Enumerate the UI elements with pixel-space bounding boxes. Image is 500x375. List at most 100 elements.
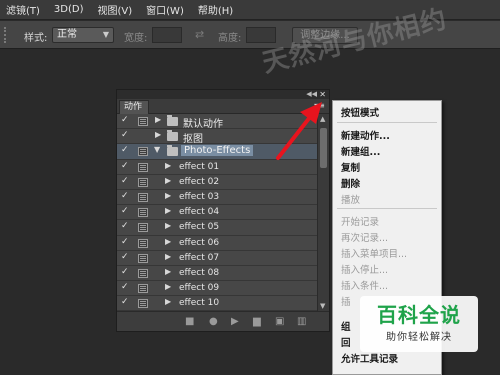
- check-icon[interactable]: ✓: [121, 115, 133, 125]
- menu-item-delete[interactable]: 删除: [341, 176, 360, 190]
- trash-icon[interactable]: ▥: [297, 316, 306, 327]
- menu-item-button-mode[interactable]: 按钮模式: [341, 105, 379, 119]
- action-label: effect 01: [179, 161, 220, 172]
- action-row[interactable]: ✓ ▶ effect 05: [117, 220, 317, 236]
- check-icon[interactable]: ✓: [121, 252, 133, 262]
- expand-triangle-icon[interactable]: ▶: [165, 176, 171, 185]
- expand-triangle-icon[interactable]: ▶: [165, 267, 171, 276]
- expand-triangle-icon[interactable]: ▶: [165, 252, 171, 261]
- menu-item-insert-stop[interactable]: 插入停止...: [341, 262, 388, 276]
- expand-triangle-icon[interactable]: ▶: [165, 191, 171, 200]
- collapse-triangle-icon[interactable]: ▼: [154, 145, 160, 154]
- check-icon[interactable]: ✓: [121, 176, 133, 186]
- dialog-toggle-icon[interactable]: [138, 192, 148, 202]
- action-label: effect 05: [179, 222, 220, 233]
- swap-icon[interactable]: ⇄: [195, 28, 204, 41]
- menu-3d[interactable]: 3D(D): [54, 4, 84, 15]
- expand-triangle-icon[interactable]: ▶: [165, 237, 171, 246]
- play-icon[interactable]: ▶: [231, 316, 239, 327]
- dialog-toggle-icon[interactable]: [138, 253, 148, 263]
- new-set-folder-icon[interactable]: ▆: [253, 316, 261, 327]
- menu-item-duplicate[interactable]: 复制: [341, 160, 360, 174]
- action-set-label: Photo-Effects: [181, 145, 254, 157]
- red-arrow-annotation: [276, 102, 322, 160]
- check-icon[interactable]: ✓: [121, 267, 133, 277]
- action-label: effect 02: [179, 176, 220, 187]
- folder-icon: [167, 145, 178, 157]
- menu-item-play[interactable]: 播放: [341, 192, 360, 206]
- menu-item-new-set[interactable]: 新建组...: [341, 144, 380, 158]
- height-label: 高度:: [218, 33, 242, 44]
- dialog-toggle-icon[interactable]: [138, 208, 148, 218]
- folder-icon: [167, 115, 178, 126]
- dialog-toggle-icon[interactable]: [138, 147, 148, 157]
- action-label: effect 07: [179, 252, 220, 263]
- menu-item-playback-options[interactable]: 回: [341, 335, 351, 349]
- width-label: 宽度:: [124, 33, 148, 44]
- expand-triangle-icon[interactable]: ▶: [165, 161, 171, 170]
- action-label: effect 06: [179, 237, 220, 248]
- check-icon[interactable]: ✓: [121, 282, 133, 292]
- dialog-toggle-icon[interactable]: [138, 299, 148, 309]
- stop-icon[interactable]: ■: [185, 316, 194, 327]
- menu-help[interactable]: 帮助(H): [198, 2, 233, 17]
- expand-triangle-icon[interactable]: ▶: [155, 130, 161, 139]
- menu-item-allow-tool-recording[interactable]: 允许工具记录: [341, 351, 398, 365]
- menu-item-new-action[interactable]: 新建动作...: [341, 128, 390, 142]
- action-row[interactable]: ✓ ▶ effect 03: [117, 189, 317, 206]
- dialog-toggle-icon[interactable]: [138, 162, 148, 172]
- badge-subtitle: 助你轻松解决: [386, 332, 452, 343]
- check-icon[interactable]: ✓: [121, 145, 133, 155]
- style-select[interactable]: 正常 ▼: [52, 27, 114, 43]
- action-row[interactable]: ✓ ▶ effect 09: [117, 281, 317, 297]
- expand-triangle-icon[interactable]: ▶: [155, 115, 161, 124]
- menu-item-insert-conditional[interactable]: 插入条件...: [341, 278, 388, 292]
- expand-triangle-icon[interactable]: ▶: [165, 206, 171, 215]
- action-set-label: 默认动作: [183, 119, 223, 130]
- check-icon[interactable]: ✓: [121, 206, 133, 216]
- action-row[interactable]: ✓ ▶ effect 06: [117, 235, 317, 251]
- menu-window[interactable]: 窗口(W): [146, 2, 184, 17]
- check-icon[interactable]: ✓: [121, 191, 133, 201]
- dialog-toggle-icon[interactable]: [138, 117, 148, 126]
- action-label: effect 09: [179, 283, 220, 294]
- panel-titlebar[interactable]: ◀◀ ✕: [117, 90, 329, 99]
- menu-separator: [337, 122, 437, 123]
- check-icon[interactable]: ✓: [121, 221, 133, 231]
- expand-triangle-icon[interactable]: ▶: [165, 282, 171, 291]
- width-field[interactable]: [152, 27, 182, 43]
- menu-item-record-again[interactable]: 再次记录...: [341, 230, 388, 244]
- action-row[interactable]: ✓ ▶ effect 02: [117, 174, 317, 190]
- scroll-down-icon[interactable]: ▼: [320, 302, 325, 310]
- baidu-badge: 百科全说 助你轻松解决: [360, 296, 478, 352]
- new-action-icon[interactable]: ▣: [275, 316, 284, 327]
- check-icon[interactable]: ✓: [121, 130, 133, 140]
- check-icon[interactable]: ✓: [121, 297, 133, 307]
- chevron-down-icon: ▼: [102, 30, 109, 39]
- dialog-toggle-icon[interactable]: [138, 284, 148, 294]
- dialog-toggle-icon[interactable]: [138, 223, 148, 233]
- action-row[interactable]: ✓ ▶ effect 10: [117, 296, 317, 311]
- menu-view[interactable]: 视图(V): [98, 2, 133, 17]
- action-row[interactable]: ✓ ▶ effect 04: [117, 205, 317, 221]
- tab-actions[interactable]: 动作: [119, 100, 149, 114]
- close-icon[interactable]: ✕: [319, 90, 326, 99]
- action-label: effect 04: [179, 207, 220, 218]
- action-row[interactable]: ✓ ▶ effect 08: [117, 265, 317, 282]
- expand-triangle-icon[interactable]: ▶: [165, 221, 171, 230]
- options-bar-grip[interactable]: [4, 27, 8, 43]
- menu-filter[interactable]: 滤镜(T): [6, 2, 40, 17]
- check-icon[interactable]: ✓: [121, 237, 133, 247]
- action-row[interactable]: ✓ ▶ effect 07: [117, 250, 317, 266]
- collapse-icon[interactable]: ◀◀: [306, 90, 317, 99]
- dialog-toggle-icon[interactable]: [138, 268, 148, 278]
- expand-triangle-icon[interactable]: ▶: [165, 297, 171, 306]
- menu-item-insert-path[interactable]: 插: [341, 294, 351, 308]
- record-icon[interactable]: ●: [209, 316, 218, 327]
- menu-item-insert-menu-item[interactable]: 插入菜单项目...: [341, 246, 407, 260]
- check-icon[interactable]: ✓: [121, 161, 133, 171]
- dialog-toggle-icon[interactable]: [138, 177, 148, 187]
- menu-item-action-options[interactable]: 组: [341, 319, 351, 333]
- menu-item-start-recording[interactable]: 开始记录: [341, 214, 379, 228]
- dialog-toggle-icon[interactable]: [138, 238, 148, 248]
